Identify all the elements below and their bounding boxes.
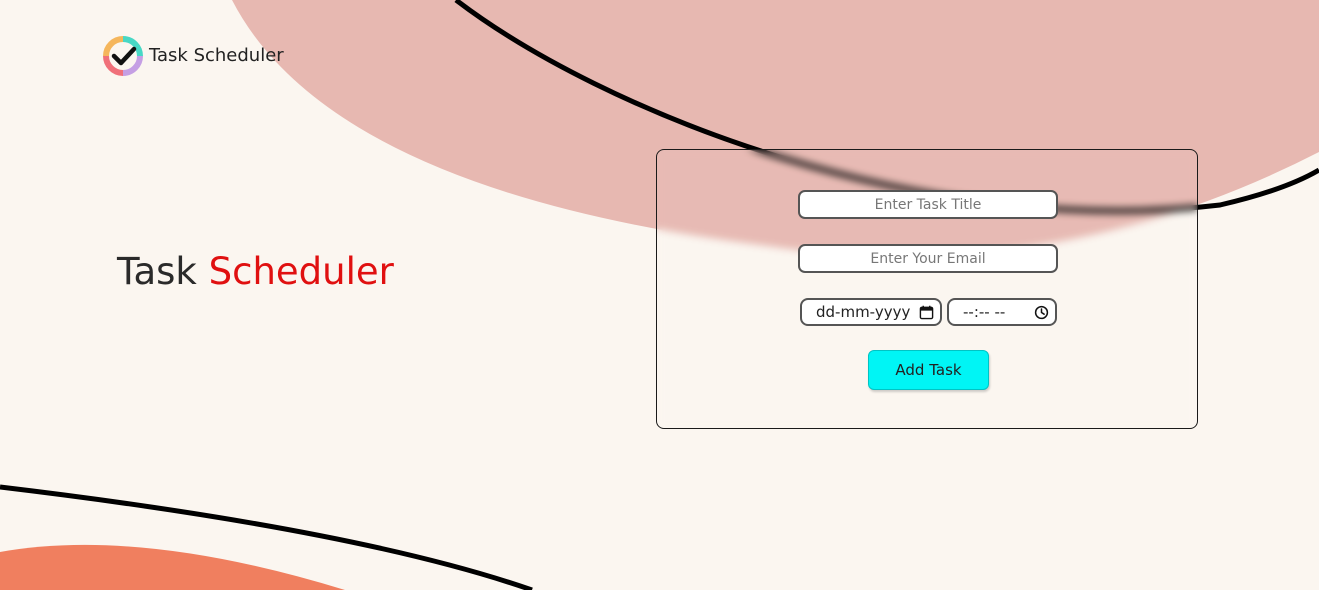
calendar-icon[interactable] bbox=[919, 305, 934, 320]
time-input[interactable]: --:-- -- bbox=[947, 298, 1057, 326]
date-placeholder: dd-mm-yyyy bbox=[816, 303, 911, 321]
bottom-blob-shape bbox=[0, 544, 345, 590]
hero-title-main: Task bbox=[117, 250, 197, 293]
brand-name: Task Scheduler bbox=[149, 45, 284, 66]
add-task-button[interactable]: Add Task bbox=[868, 350, 989, 390]
hero-title-accent: Scheduler bbox=[208, 250, 394, 293]
task-title-input[interactable] bbox=[798, 190, 1058, 219]
check-circle-icon bbox=[103, 36, 143, 76]
brand[interactable]: Task Scheduler bbox=[103, 36, 284, 76]
clock-icon[interactable] bbox=[1034, 305, 1049, 320]
date-input[interactable]: dd-mm-yyyy bbox=[800, 298, 942, 326]
email-input[interactable] bbox=[798, 244, 1058, 273]
time-placeholder: --:-- -- bbox=[963, 303, 1006, 321]
task-form-card: dd-mm-yyyy --:-- -- Add Task bbox=[656, 149, 1198, 429]
hero-title: Task Scheduler bbox=[117, 250, 394, 294]
